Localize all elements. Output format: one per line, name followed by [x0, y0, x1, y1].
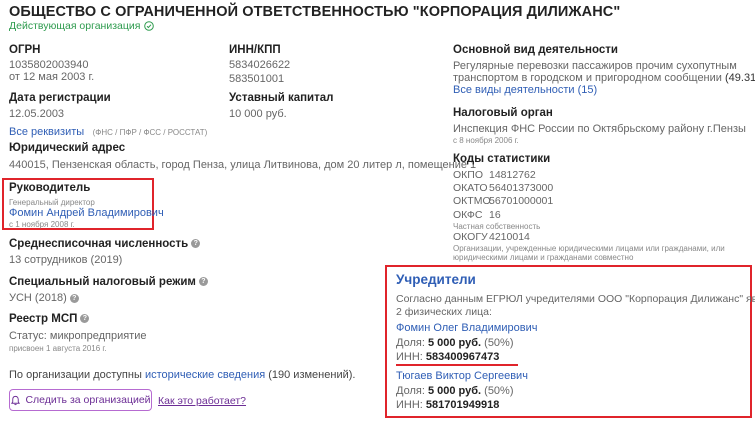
msp-date: присвоен 1 августа 2016 г.: [9, 344, 107, 353]
address-value: 440015, Пензенская область, город Пенза,…: [9, 159, 477, 171]
staff-label: Среднесписочная численность?: [9, 238, 201, 250]
follow-organization-button[interactable]: Следить за организацией: [9, 389, 152, 411]
stat-codes-label: Коды статистики: [453, 153, 551, 165]
activity-label: Основной вид деятельности: [453, 44, 618, 56]
director-name-link[interactable]: Фомин Андрей Владимирович: [9, 207, 164, 219]
staff-value: 13 сотрудников (2019): [9, 254, 123, 266]
reg-date-value: 12.05.2003: [9, 108, 65, 120]
okogu-note1: Организации, учрежденные юридическими ли…: [453, 244, 725, 253]
bell-icon: [11, 395, 21, 405]
code-okato: ОКАТО56401373000: [453, 182, 554, 194]
founder-share: Доля: 5 000 руб. (50%): [396, 385, 514, 397]
requisites-note: (ФНС / ПФР / ФСС / РОССТАТ): [92, 128, 208, 137]
director-since: с 1 ноября 2008 г.: [9, 220, 75, 229]
inn-underline: [396, 364, 518, 366]
okogu-note2: юридическими лицами и гражданами совмест…: [453, 253, 634, 262]
founder-inn: ИНН: 581701949918: [396, 399, 500, 411]
page-title: ОБЩЕСТВО С ОГРАНИЧЕННОЙ ОТВЕТСТВЕННОСТЬЮ…: [9, 4, 621, 20]
founder-share: Доля: 5 000 руб. (50%): [396, 337, 514, 349]
info-icon[interactable]: ?: [198, 277, 208, 287]
history-suffix: (190 изменений).: [268, 369, 356, 381]
all-activities-link[interactable]: Все виды деятельности (15): [453, 84, 597, 96]
address-label: Юридический адрес: [9, 142, 126, 154]
tax-regime-value-text: УСН (2018): [9, 292, 67, 304]
founders-heading: Учредители: [396, 272, 476, 287]
info-icon[interactable]: ?: [80, 314, 90, 324]
kpp-value: 583501001: [229, 73, 285, 85]
ogrn-value: 1035802003940: [9, 59, 89, 71]
tax-office-label: Налоговый орган: [453, 107, 553, 119]
info-icon[interactable]: ?: [191, 239, 201, 249]
msp-status: Статус: микропредприятие: [9, 330, 147, 342]
code-okpo: ОКПО 14812762: [453, 169, 536, 181]
capital-value: 10 000 руб.: [229, 108, 287, 120]
reg-date-label: Дата регистрации: [9, 92, 111, 104]
inn-kpp-label: ИНН/КПП: [229, 44, 281, 56]
capital-label: Уставный капитал: [229, 92, 334, 104]
director-role: Генеральный директор: [9, 198, 95, 207]
staff-label-text: Среднесписочная численность: [9, 238, 189, 250]
info-icon[interactable]: ?: [69, 293, 79, 303]
follow-button-label: Следить за организацией: [25, 394, 151, 406]
founders-intro1: Согласно данным ЕГРЮЛ учредителями ООО "…: [396, 293, 755, 305]
tax-regime-label: Специальный налоговый режим?: [9, 276, 208, 288]
code-okfs: ОКФС 16: [453, 209, 501, 221]
how-it-works-link[interactable]: Как это работает?: [158, 395, 246, 407]
tax-office-value: Инспекция ФНС России по Октябрьскому рай…: [453, 123, 746, 135]
status-badge: Действующая организация: [9, 20, 155, 32]
all-requisites-link[interactable]: Все реквизиты: [9, 126, 84, 138]
tax-regime-label-text: Специальный налоговый режим: [9, 276, 196, 288]
msp-label-text: Реестр МСП: [9, 313, 78, 325]
history-prefix: По организации доступны: [9, 369, 142, 381]
history-row: По организации доступны исторические све…: [9, 369, 355, 381]
activity-line2: транспортом в городском и пригородном со…: [453, 72, 722, 84]
okfs-note: Частная собственность: [453, 222, 541, 231]
founder-name-link[interactable]: Фомин Олег Владимирович: [396, 322, 537, 334]
founder-name-link[interactable]: Тюгаев Виктор Сергеевич: [396, 370, 528, 382]
status-text: Действующая организация: [9, 20, 141, 32]
code-okogu: ОКОГУ4210014: [453, 231, 530, 243]
check-circle-icon: [144, 21, 155, 31]
ogrn-label: ОГРН: [9, 44, 41, 56]
inn-value: 5834026622: [229, 59, 291, 71]
tax-office-since: с 8 ноября 2006 г.: [453, 136, 519, 145]
founder-inn: ИНН: 583400967473: [396, 351, 500, 363]
history-link[interactable]: исторические сведения: [145, 369, 265, 381]
founders-intro2: 2 физических лица:: [396, 306, 492, 318]
activity-line1: Регулярные перевозки пассажиров прочим с…: [453, 60, 737, 72]
code-oktmo: ОКТМО56701000001: [453, 195, 554, 207]
director-label: Руководитель: [9, 182, 91, 194]
msp-label: Реестр МСП?: [9, 313, 90, 325]
activity-line2-row: транспортом в городском и пригородном со…: [453, 72, 755, 84]
activity-code: (49.31.2): [724, 72, 755, 84]
tax-regime-value: УСН (2018)?: [9, 292, 79, 304]
ogrn-date: от 12 мая 2003 г.: [9, 71, 95, 83]
requisites-row: Все реквизиты (ФНС / ПФР / ФСС / РОССТАТ…: [9, 122, 207, 140]
